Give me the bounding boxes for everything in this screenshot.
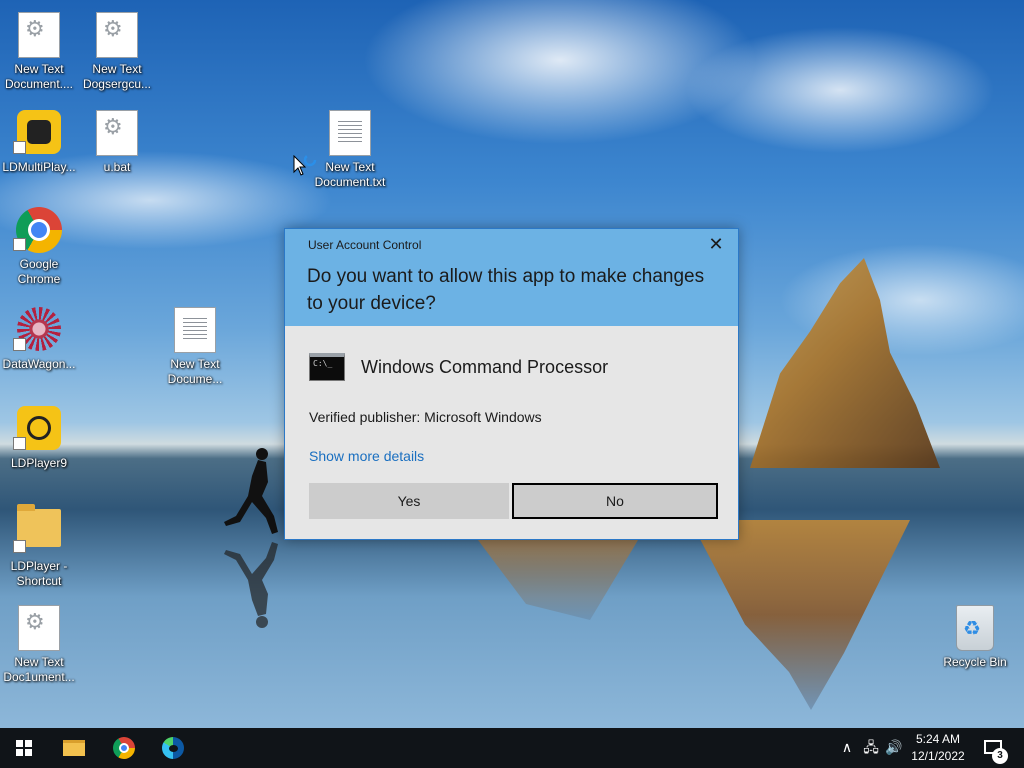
desktop-icon-label: DataWagon... — [2, 357, 76, 371]
desktop-icon-recycle-bin[interactable]: Recycle Bin — [936, 603, 1014, 670]
no-button[interactable]: No — [512, 483, 718, 519]
desktop-icon-u-bat[interactable]: u.bat — [78, 108, 156, 175]
app-info-row: Windows Command Processor — [309, 350, 608, 384]
dialog-caption: User Account Control — [308, 238, 422, 252]
chrome-icon — [113, 737, 135, 759]
volume-icon[interactable]: 🔊 — [884, 728, 904, 768]
taskbar: ∧ 🖧 🔊 5:24 AM 12/1/2022 3 — [0, 728, 1024, 768]
ldmultiplayer-app-icon — [13, 110, 63, 158]
shortcut-arrow-icon — [13, 238, 26, 251]
start-button[interactable] — [0, 728, 48, 768]
shortcut-arrow-icon — [13, 437, 26, 450]
desktop-icon-ldplayer-shortcut[interactable]: LDPlayer - Shortcut — [0, 503, 78, 589]
show-more-details-link[interactable]: Show more details — [309, 448, 424, 464]
desktop-icon-label: New Text Docume... — [167, 357, 223, 386]
shortcut-arrow-icon — [13, 338, 26, 351]
desktop-icon-label: u.bat — [103, 160, 131, 174]
desktop-icon-label: Google Chrome — [17, 257, 61, 286]
desktop-icon-label: LDPlayer9 — [10, 456, 68, 470]
desktop-icon-label: New Text Document.txt — [314, 160, 386, 189]
command-prompt-icon — [309, 353, 345, 381]
notification-count-badge: 3 — [992, 748, 1008, 764]
yes-button[interactable]: Yes — [309, 483, 509, 519]
desktop-icon-label: New Text Doc1ument... — [3, 655, 75, 684]
desktop-icon-ldplayer9[interactable]: LDPlayer9 — [0, 404, 78, 471]
wallpaper-runner-silhouette — [224, 448, 278, 534]
desktop-icon-label: Recycle Bin — [943, 655, 1007, 669]
file-explorer-icon — [63, 740, 85, 756]
taskbar-chrome[interactable] — [100, 728, 148, 768]
edge-icon — [162, 737, 184, 759]
taskbar-file-explorer[interactable] — [50, 728, 98, 768]
batch-file-icon — [93, 110, 141, 158]
desktop-icon-new-text-document-txt[interactable]: New Text Document.txt — [311, 108, 389, 190]
app-name: Windows Command Processor — [361, 356, 609, 377]
desktop-icon-new-text-dogsergcu[interactable]: New Text Dogsergcu... — [78, 10, 156, 92]
settings-file-icon — [15, 12, 63, 60]
notification-center-button[interactable]: 3 — [980, 728, 1010, 768]
desktop-icon-datawagon[interactable]: DataWagon... — [0, 305, 78, 372]
clock-date: 12/1/2022 — [911, 749, 965, 763]
wallpaper-runner-reflection — [224, 542, 278, 628]
desktop-icon-label: New Text Document.... — [4, 62, 74, 91]
settings-file-icon — [93, 12, 141, 60]
datawagon-app-icon — [13, 307, 63, 355]
publisher-text: Verified publisher: Microsoft Windows — [309, 409, 542, 425]
settings-file-icon — [15, 605, 63, 653]
clock-time: 5:24 AM — [915, 732, 961, 746]
desktop-icon-new-text-doc1ument[interactable]: New Text Doc1ument... — [0, 603, 78, 685]
shortcut-arrow-icon — [13, 141, 26, 154]
network-icon[interactable]: 🖧 — [860, 728, 882, 768]
desktop-icon-google-chrome[interactable]: Google Chrome — [0, 206, 78, 287]
taskbar-clock[interactable]: 5:24 AM 12/1/2022 — [904, 731, 972, 765]
desktop-icon-ldmultiplayer[interactable]: LDMultiPlay... — [0, 108, 78, 175]
show-hidden-icons-chevron-icon[interactable]: ∧ — [838, 728, 856, 768]
folder-icon — [13, 504, 63, 557]
close-icon[interactable]: ✕ — [704, 234, 728, 256]
text-file-icon — [171, 307, 219, 355]
uac-dialog: User Account Control ✕ Do you want to al… — [284, 228, 739, 540]
dialog-question: Do you want to allow this app to make ch… — [307, 266, 705, 314]
recycle-bin-icon — [951, 605, 999, 653]
desktop-icon-new-text-document-1[interactable]: New Text Document.... — [0, 10, 78, 92]
text-file-icon — [326, 110, 374, 158]
desktop-icon-label: LDPlayer - Shortcut — [10, 559, 68, 588]
shortcut-arrow-icon — [13, 540, 26, 553]
taskbar-edge[interactable] — [149, 728, 197, 768]
chrome-icon — [13, 207, 63, 255]
uac-dialog-header: User Account Control ✕ Do you want to al… — [285, 229, 738, 326]
busy-cursor-icon — [293, 155, 317, 176]
ldplayer-app-icon — [13, 406, 63, 454]
desktop-icon-label: LDMultiPlay... — [2, 160, 76, 174]
windows-logo-icon — [16, 740, 32, 756]
desktop-icon-label: New Text Dogsergcu... — [82, 62, 152, 91]
desktop-icon-new-text-document-2[interactable]: New Text Docume... — [156, 305, 234, 387]
